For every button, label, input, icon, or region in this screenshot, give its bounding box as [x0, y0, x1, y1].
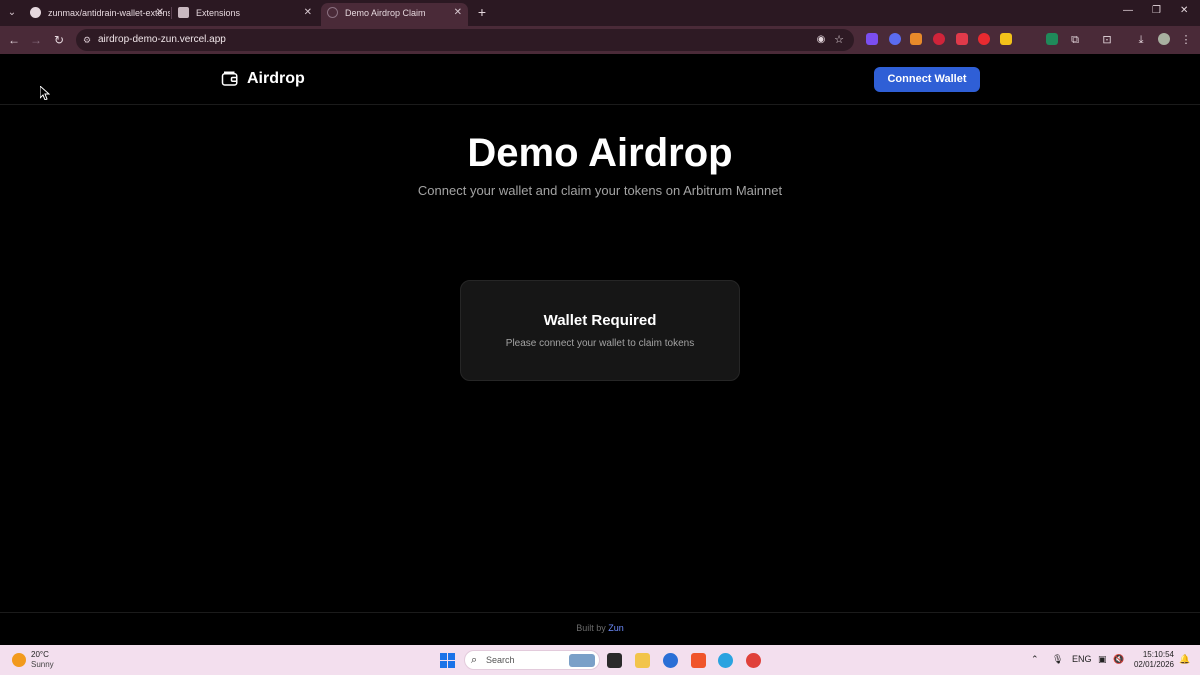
- url-text[interactable]: airdrop-demo-zun.vercel.app: [98, 29, 226, 51]
- puzzle-icon: [178, 7, 189, 18]
- microphone-icon[interactable]: 🎙: [1052, 654, 1063, 665]
- search-highlight-icon: [569, 654, 595, 667]
- minimize-icon[interactable]: —: [1123, 5, 1133, 16]
- restore-icon[interactable]: ❐: [1152, 5, 1161, 16]
- clock-date[interactable]: 02/01/2026: [1130, 660, 1174, 669]
- connect-wallet-button[interactable]: Connect Wallet: [874, 67, 980, 92]
- reload-icon[interactable]: ↻: [51, 32, 67, 48]
- brand-logo[interactable]: Airdrop: [221, 69, 305, 89]
- wallet-required-card: Wallet Required Please connect your wall…: [460, 280, 740, 381]
- github-icon: [30, 7, 41, 18]
- extension-icon[interactable]: [1046, 33, 1058, 45]
- close-tab-icon[interactable]: ✕: [156, 3, 164, 23]
- tab-title: zunmax/antidrain-wallet-extens: [48, 8, 170, 18]
- address-bar[interactable]: ⚙ airdrop-demo-zun.vercel.app ◉ ☆: [76, 29, 854, 51]
- download-icon[interactable]: ⤓: [1133, 32, 1149, 48]
- mouse-cursor-icon: [40, 86, 50, 100]
- footer: Built by Zun: [0, 623, 1200, 633]
- profile-avatar[interactable]: [1158, 33, 1170, 45]
- tab-title: Demo Airdrop Claim: [345, 8, 426, 18]
- weather-temperature[interactable]: 20°C: [31, 650, 49, 659]
- notifications-icon[interactable]: 🔔: [1179, 654, 1190, 665]
- tab-demo-airdrop[interactable]: Demo Airdrop Claim ✕: [321, 3, 468, 26]
- extension-icon[interactable]: [889, 33, 901, 45]
- show-hidden-icons-icon[interactable]: ⌃: [1031, 654, 1039, 665]
- footer-divider: [0, 612, 1200, 613]
- author-link[interactable]: Zun: [608, 623, 624, 633]
- new-tab-button[interactable]: +: [474, 4, 490, 20]
- outlook-icon[interactable]: [663, 653, 678, 668]
- telegram-icon[interactable]: [718, 653, 733, 668]
- clock-time[interactable]: 15:10:54: [1140, 650, 1174, 659]
- tab-search-icon[interactable]: ⌄: [4, 5, 20, 21]
- file-explorer-icon[interactable]: [635, 653, 650, 668]
- eye-icon[interactable]: ◉: [814, 33, 828, 47]
- header-divider: [0, 104, 1200, 105]
- volume-muted-icon[interactable]: 🔇: [1113, 654, 1124, 665]
- weather-condition[interactable]: Sunny: [31, 660, 54, 669]
- page: Airdrop Connect Wallet Demo Airdrop Conn…: [0, 54, 1200, 645]
- search-placeholder: Search: [486, 655, 515, 665]
- network-icon[interactable]: ▣: [1098, 654, 1107, 665]
- task-view-icon[interactable]: [607, 653, 622, 668]
- sun-icon[interactable]: [12, 653, 26, 667]
- extension-icon[interactable]: [1000, 33, 1012, 45]
- extensions-puzzle-icon[interactable]: ⧉: [1067, 32, 1083, 48]
- globe-icon: [327, 7, 338, 18]
- tab-extensions[interactable]: Extensions ✕: [172, 3, 318, 26]
- close-tab-icon[interactable]: ✕: [454, 3, 462, 23]
- card-title: Wallet Required: [543, 312, 657, 329]
- taskbar: 20°C Sunny ⌕ Search ⌃ 🎙 ENG ▣ 🔇 15:10:54…: [0, 645, 1200, 675]
- extension-icon[interactable]: [978, 33, 990, 45]
- extension-icon[interactable]: [956, 33, 968, 45]
- wallet-icon: [221, 71, 238, 86]
- brave-icon[interactable]: [691, 653, 706, 668]
- language-indicator[interactable]: ENG: [1072, 654, 1092, 664]
- screenshot-icon[interactable]: ⊡: [1099, 32, 1115, 48]
- chrome-icon[interactable]: [746, 653, 761, 668]
- card-message: Please connect your wallet to claim toke…: [505, 338, 695, 349]
- extension-icon[interactable]: [933, 33, 945, 45]
- search-icon: ⌕: [471, 654, 478, 666]
- menu-icon[interactable]: ⋮: [1178, 32, 1194, 48]
- close-window-icon[interactable]: ✕: [1180, 5, 1188, 16]
- metamask-icon[interactable]: [910, 33, 922, 45]
- toolbar: ← → ↻ ⚙ airdrop-demo-zun.vercel.app ◉ ☆ …: [0, 26, 1200, 54]
- forward-icon[interactable]: →: [28, 32, 44, 48]
- site-info-icon[interactable]: ⚙: [81, 34, 93, 46]
- footer-prefix: Built by: [576, 623, 606, 633]
- tab-title: Extensions: [196, 8, 241, 18]
- back-icon[interactable]: ←: [6, 32, 22, 48]
- bookmark-star-icon[interactable]: ☆: [832, 33, 846, 47]
- brand-name: Airdrop: [247, 70, 305, 87]
- taskbar-search[interactable]: ⌕ Search: [464, 650, 600, 670]
- windows-start-icon[interactable]: [440, 653, 455, 668]
- close-tab-icon[interactable]: ✕: [304, 3, 312, 23]
- page-title: Demo Airdrop: [467, 131, 733, 175]
- tab-bar: ⌄ zunmax/antidrain-wallet-extens ✕ Exten…: [0, 0, 1200, 26]
- page-subtitle: Connect your wallet and claim your token…: [417, 183, 783, 198]
- extension-icon[interactable]: [866, 33, 878, 45]
- tab-github[interactable]: zunmax/antidrain-wallet-extens ✕: [24, 3, 170, 26]
